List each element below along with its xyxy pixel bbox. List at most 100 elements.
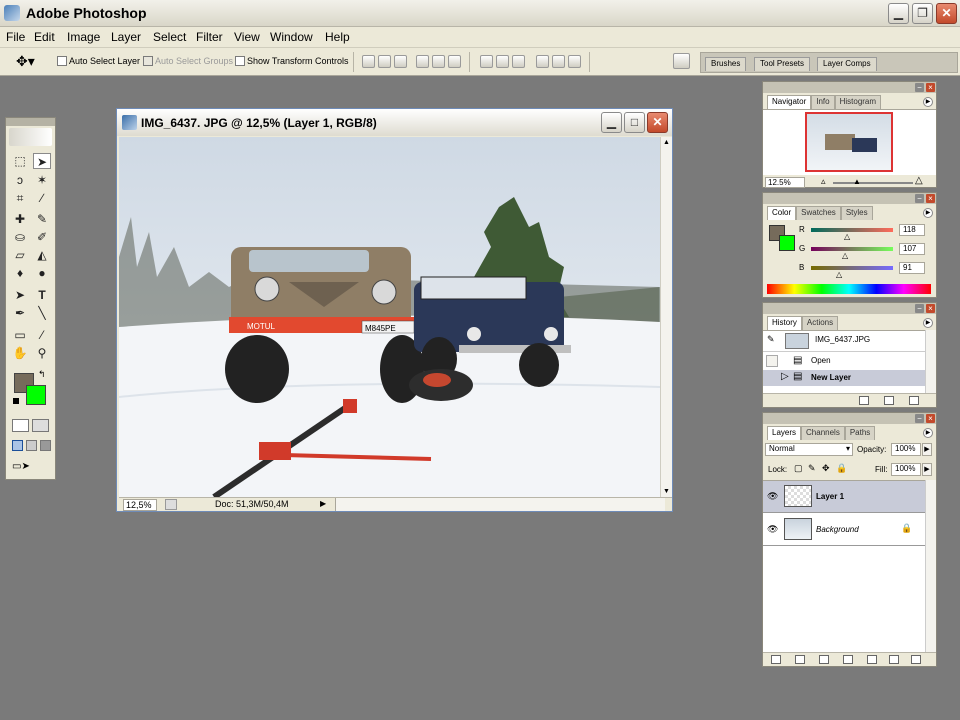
layer-visibility-eye-icon[interactable]: 👁	[767, 524, 778, 535]
panel-minimize-icon[interactable]: −	[915, 194, 924, 203]
align-vertical-center-icon[interactable]	[378, 55, 391, 68]
menu-edit[interactable]: Edit	[34, 30, 55, 44]
navigator-zoom-field[interactable]: 12.5%	[765, 177, 805, 188]
align-bottom-icon[interactable]	[394, 55, 407, 68]
panel-grip[interactable]	[763, 82, 936, 93]
pen-tool-icon[interactable]: ✒	[11, 305, 29, 321]
menu-layer[interactable]: Layer	[111, 30, 141, 44]
navigator-zoom-slider[interactable]	[833, 182, 913, 184]
lock-transparent-icon[interactable]: ▢	[794, 463, 803, 474]
panel-grip[interactable]	[763, 303, 936, 314]
full-screen-mode-icon[interactable]	[40, 440, 51, 451]
document-horizontal-scrollbar[interactable]	[335, 498, 665, 511]
crop-tool-icon[interactable]: ⌗	[11, 190, 29, 206]
type-tool-icon[interactable]: T	[33, 287, 51, 303]
red-slider[interactable]	[811, 228, 893, 232]
lock-all-icon[interactable]: 🔒	[836, 463, 847, 474]
move-tool-icon[interactable]: ➤	[33, 153, 51, 169]
blue-value-field[interactable]: 91	[899, 262, 925, 274]
green-value-field[interactable]: 107	[899, 243, 925, 255]
eraser-tool-icon[interactable]: ▱	[11, 247, 29, 263]
green-slider-thumb-icon[interactable]: △	[842, 251, 848, 260]
layer-visibility-eye-icon[interactable]: 👁	[767, 491, 778, 502]
full-screen-menu-mode-icon[interactable]	[26, 440, 37, 451]
healing-brush-tool-icon[interactable]: ✚	[11, 211, 29, 227]
default-colors-icon[interactable]	[13, 398, 19, 404]
quick-mask-mode-icon[interactable]	[32, 419, 49, 432]
link-layers-icon[interactable]	[771, 655, 781, 664]
red-value-field[interactable]: 118	[899, 224, 925, 236]
tab-channels[interactable]: Channels	[801, 426, 845, 440]
standard-mode-icon[interactable]	[12, 419, 29, 432]
magic-wand-tool-icon[interactable]: ✶	[33, 172, 51, 188]
jump-to-imageready-icon[interactable]: ▭➤	[12, 461, 48, 474]
paint-bucket-tool-icon[interactable]: ◭	[33, 247, 51, 263]
eyedropper-tool-icon[interactable]: ⁄	[33, 327, 51, 343]
tab-styles[interactable]: Styles	[840, 206, 873, 220]
swap-colors-icon[interactable]: ↰	[38, 369, 46, 380]
notes-tool-icon[interactable]: ▭	[11, 327, 29, 343]
color-background-swatch[interactable]	[779, 235, 795, 251]
menu-window[interactable]: Window	[270, 30, 313, 44]
fill-field[interactable]: 100%	[891, 463, 921, 476]
document-title-bar[interactable]: IMG_6437. JPG @ 12,5% (Layer 1, RGB/8) ▁…	[117, 109, 672, 136]
minimize-button[interactable]: ▁	[888, 3, 909, 24]
menu-help[interactable]: Help	[325, 30, 350, 44]
scroll-down-icon[interactable]: ▼	[663, 488, 670, 495]
zoom-level-field[interactable]: 12,5%	[123, 499, 157, 511]
lock-image-icon[interactable]: ✎	[808, 463, 816, 474]
well-tab-layer-comps[interactable]: Layer Comps	[817, 57, 877, 71]
history-brush-source-icon[interactable]: ✎	[767, 334, 775, 345]
fill-arrow-icon[interactable]: ▶	[922, 463, 932, 476]
color-spectrum-ramp[interactable]	[767, 284, 931, 294]
menu-image[interactable]: Image	[67, 30, 100, 44]
tab-navigator[interactable]: Navigator	[767, 95, 812, 109]
align-left-icon[interactable]	[416, 55, 429, 68]
history-source-checkbox[interactable]	[766, 355, 778, 367]
feather-logo-icon[interactable]	[9, 128, 52, 146]
blend-mode-select[interactable]: Normal ▾	[765, 443, 853, 456]
tab-actions[interactable]: Actions	[801, 316, 839, 330]
tab-history[interactable]: History	[767, 316, 802, 330]
close-button[interactable]: ✕	[936, 3, 957, 24]
panel-menu-icon[interactable]: ▶	[923, 428, 933, 438]
new-document-from-state-icon[interactable]	[859, 396, 869, 405]
distribute-vertical-center-icon[interactable]	[496, 55, 509, 68]
align-right-icon[interactable]	[448, 55, 461, 68]
show-transform-controls-checkbox[interactable]	[235, 56, 245, 66]
clone-stamp-tool-icon[interactable]: ⛀	[11, 229, 29, 245]
slice-tool-icon[interactable]: ∕	[33, 190, 51, 206]
status-bridge-icon[interactable]	[165, 499, 177, 510]
distribute-bottom-icon[interactable]	[512, 55, 525, 68]
panel-menu-icon[interactable]: ▶	[923, 208, 933, 218]
panel-minimize-icon[interactable]: −	[915, 414, 924, 423]
align-top-icon[interactable]	[362, 55, 375, 68]
green-slider[interactable]	[811, 247, 893, 251]
doc-close-button[interactable]: ✕	[647, 112, 668, 133]
document-vertical-scrollbar[interactable]: ▲ ▼	[660, 137, 672, 497]
panel-grip[interactable]	[763, 413, 936, 424]
history-state-slider-icon[interactable]: ▷	[781, 371, 789, 382]
status-menu-arrow-icon[interactable]: ▶	[320, 499, 326, 508]
doc-maximize-button[interactable]: □	[624, 112, 645, 133]
tab-color[interactable]: Color	[767, 206, 797, 220]
panel-close-icon[interactable]: ×	[926, 83, 935, 92]
delete-layer-icon[interactable]	[911, 655, 921, 664]
delete-state-icon[interactable]	[909, 396, 919, 405]
layer-name[interactable]: Layer 1	[816, 492, 844, 501]
go-to-bridge-icon[interactable]	[673, 53, 690, 69]
blue-slider[interactable]	[811, 266, 893, 270]
standard-screen-mode-icon[interactable]	[12, 440, 23, 451]
canvas-photo[interactable]: MOTUL М845РЕ	[119, 137, 660, 497]
tab-layers[interactable]: Layers	[767, 426, 802, 440]
new-layer-icon[interactable]	[889, 655, 899, 664]
navigator-slider-thumb-icon[interactable]: ▲	[853, 177, 861, 186]
panel-close-icon[interactable]: ×	[926, 304, 935, 313]
history-item-open[interactable]: ▤ Open	[763, 353, 925, 369]
distribute-horizontal-center-icon[interactable]	[552, 55, 565, 68]
blue-slider-thumb-icon[interactable]: △	[836, 270, 842, 279]
marquee-tool-icon[interactable]: ⬚	[11, 153, 29, 169]
menu-select[interactable]: Select	[153, 30, 186, 44]
tab-paths[interactable]: Paths	[844, 426, 876, 440]
menu-file[interactable]: File	[6, 30, 25, 44]
